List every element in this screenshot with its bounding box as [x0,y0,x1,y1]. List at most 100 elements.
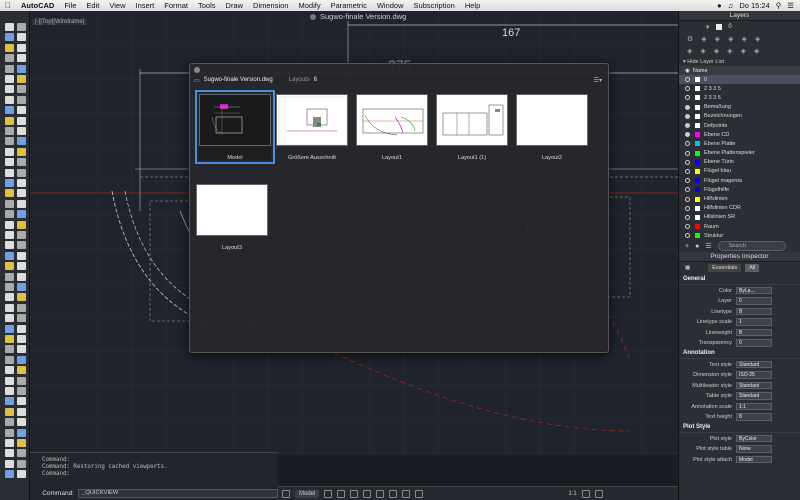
tool-icon[interactable] [17,43,26,52]
layer-tool-icon[interactable]: ◈ [755,35,760,43]
property-value[interactable]: ByLa... [736,286,772,295]
layer-row[interactable]: 2 3 3 5 [679,93,800,102]
layer-color-swatch[interactable] [695,150,700,156]
layer-color-swatch[interactable] [695,205,700,211]
grid-icon[interactable] [282,489,290,498]
menu-edit[interactable]: Edit [81,1,104,10]
lineweight-icon[interactable] [389,489,398,498]
close-icon[interactable] [194,67,200,73]
visibility-icon[interactable] [685,104,690,110]
tool-icon[interactable] [5,366,14,375]
annotation-section-header[interactable]: Annotation [679,348,800,360]
property-value[interactable]: ISO-25 [736,371,772,379]
tool-icon[interactable] [5,387,14,395]
layer-color-swatch[interactable] [695,95,700,101]
layer-color-swatch[interactable] [695,77,700,83]
property-value[interactable]: None [736,445,772,453]
layer-color-swatch[interactable] [695,187,700,193]
tool-icon[interactable] [5,335,14,343]
layer-color-swatch[interactable] [695,132,700,138]
layout-thumb-groessere-ausschnitt[interactable]: Größere Ausschnitt [276,94,348,161]
tool-icon[interactable] [17,75,26,83]
tool-icon[interactable] [5,220,14,229]
layout-thumb-layout1[interactable]: Layout1 [356,94,428,161]
visibility-icon[interactable] [685,196,690,202]
layer-color-swatch[interactable] [695,159,700,165]
tool-icon[interactable] [17,262,26,271]
tool-icon[interactable] [17,397,26,406]
workspace-icon[interactable] [581,489,590,498]
tool-icon[interactable] [5,407,14,416]
visibility-icon[interactable] [685,86,690,92]
tool-icon[interactable] [17,189,26,198]
tool-icon[interactable] [5,127,14,135]
menu-view[interactable]: View [104,1,130,10]
tool-icon[interactable] [5,95,14,104]
menu-insert[interactable]: Insert [130,1,159,10]
tool-icon[interactable] [5,293,14,302]
tool-icon[interactable] [5,428,14,437]
visibility-icon[interactable] [685,77,690,83]
sun-icon[interactable]: ☀ [705,24,710,31]
tool-icon[interactable] [17,33,26,42]
menu-modify[interactable]: Modify [293,1,325,10]
property-value[interactable]: B [736,307,772,316]
tool-icon[interactable] [17,272,26,281]
menu-tools[interactable]: Tools [193,1,221,10]
tool-icon[interactable] [5,85,14,94]
wifi-icon[interactable]: ● [717,1,722,10]
property-value[interactable]: 1:1 [736,402,772,411]
layout-thumb-layout3[interactable]: Layout3 [196,184,268,251]
tool-icon[interactable] [5,251,14,260]
viewport-controls[interactable]: [-][Top][Wireframe] [32,19,88,25]
visibility-icon[interactable] [685,178,690,184]
polar-icon[interactable] [350,489,359,498]
tool-icon[interactable] [5,54,14,63]
current-layer[interactable]: 0 [728,24,731,30]
layer-row[interactable]: Flügel blau [679,167,800,176]
tool-icon[interactable] [5,23,14,31]
menu-format[interactable]: Format [159,1,193,10]
tool-icon[interactable] [5,418,14,427]
add-layer-icon[interactable]: + [685,243,689,250]
layer-row[interactable]: Bezeichnungen [679,112,800,121]
tool-icon[interactable] [5,64,14,73]
tool-icon[interactable] [5,199,14,208]
layer-row[interactable]: Struktur [679,231,800,240]
osnap-icon[interactable] [363,489,372,498]
fullscreen-icon[interactable] [594,489,603,498]
tool-icon[interactable] [5,43,14,52]
tool-icon[interactable] [5,376,14,385]
layer-row[interactable]: Hilfslinien [679,194,800,203]
layer-tool-icon[interactable]: ◈ [715,35,720,43]
tool-icon[interactable] [17,345,26,354]
command-input[interactable]: _QUICKVIEW [78,489,278,498]
layout-thumb-layout2[interactable]: Layout2 [516,94,588,161]
visibility-icon[interactable] [685,159,690,165]
visibility-icon[interactable] [685,132,690,138]
volume-icon[interactable]: ♫ [728,1,734,10]
tool-icon[interactable] [17,251,26,260]
tool-icon[interactable] [17,470,26,479]
layer-color-swatch[interactable] [695,214,700,220]
tool-icon[interactable] [5,355,14,364]
layer-row[interactable]: Flügel magenta [679,176,800,185]
layer-color-swatch[interactable] [695,224,700,230]
tool-icon[interactable] [17,324,26,333]
layer-search-input[interactable]: Search [717,241,786,252]
tool-icon[interactable] [5,210,14,219]
layer-color-swatch[interactable] [695,113,700,119]
tool-icon[interactable] [5,116,14,125]
tool-icon[interactable] [5,272,14,281]
layer-color-swatch[interactable] [695,86,700,92]
menu-file[interactable]: File [59,1,81,10]
tool-icon[interactable] [5,137,14,146]
property-value[interactable]: Model [736,455,772,464]
layer-color-swatch[interactable] [695,141,700,147]
tool-icon[interactable] [5,314,14,323]
layer-row[interactable]: Ebene CD [679,130,800,139]
tool-icon[interactable] [5,283,14,291]
tool-icon[interactable] [17,106,26,115]
tool-icon[interactable] [5,189,14,198]
tool-icon[interactable] [17,459,26,468]
